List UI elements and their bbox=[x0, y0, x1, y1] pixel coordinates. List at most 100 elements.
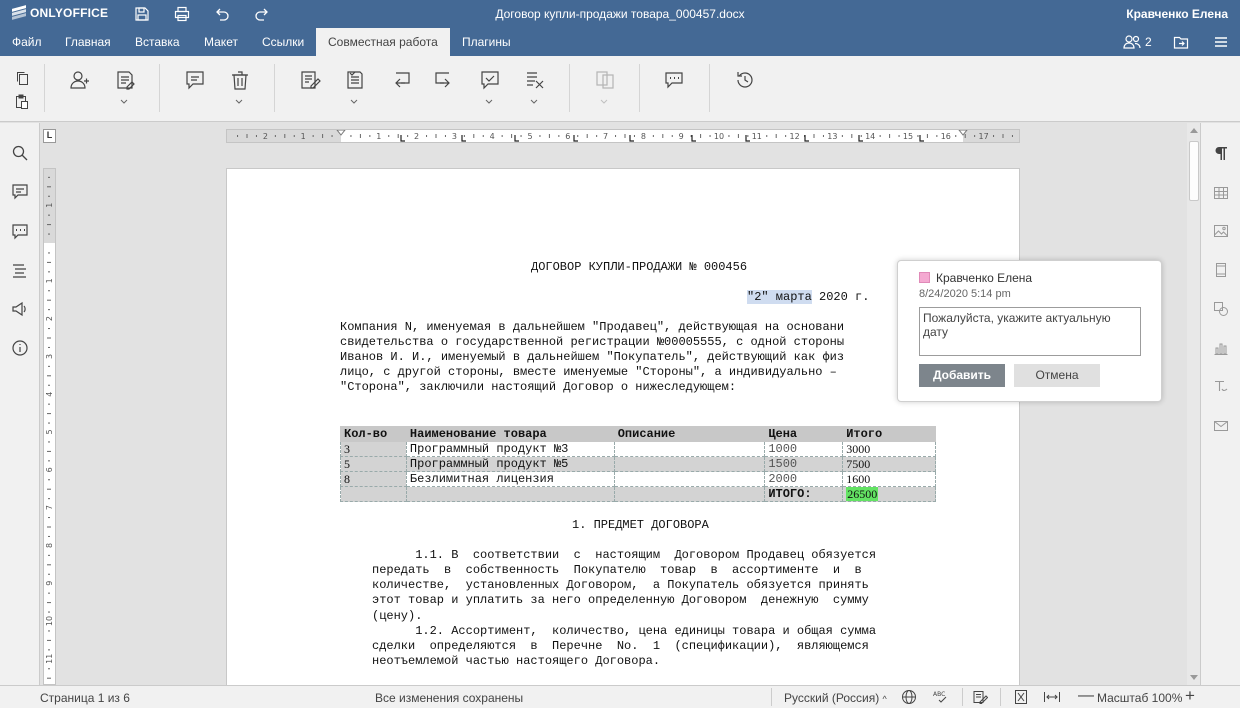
previous-change-icon[interactable] bbox=[386, 66, 414, 94]
header-footer-settings-icon[interactable] bbox=[1211, 260, 1231, 280]
ruler-tab-stop[interactable] bbox=[691, 135, 696, 142]
fit-width-icon[interactable] bbox=[1043, 689, 1061, 708]
horizontal-ruler[interactable]: 2 1 1 2 3 4 5 6 7 8 9 10 11 12 13 14 15 16 17 bbox=[226, 129, 1020, 143]
text-art-settings-icon[interactable] bbox=[1211, 377, 1231, 397]
tab-layout[interactable]: Макет bbox=[192, 28, 250, 56]
spellcheck-icon[interactable]: ABC bbox=[932, 689, 950, 708]
cancel-comment-button[interactable]: Отмена bbox=[1014, 364, 1100, 387]
reject-change-icon[interactable] bbox=[521, 66, 549, 94]
comment-text-input[interactable] bbox=[919, 307, 1141, 356]
scroll-down-icon[interactable] bbox=[1190, 675, 1198, 680]
ruler-tick bbox=[596, 135, 598, 137]
current-user-name[interactable]: Кравченко Елена bbox=[1126, 7, 1228, 21]
ruler-tab-stop[interactable] bbox=[629, 135, 634, 142]
page-indicator[interactable]: Страница 1 из 6 bbox=[40, 691, 130, 705]
feedback-icon[interactable] bbox=[10, 299, 30, 319]
ruler-tab-stop[interactable] bbox=[514, 135, 519, 142]
fit-page-icon[interactable] bbox=[1013, 689, 1029, 708]
menu-hamburger-icon[interactable] bbox=[1213, 34, 1229, 50]
chevron-down-icon[interactable] bbox=[485, 99, 493, 105]
ruler-tab-stop[interactable] bbox=[400, 135, 405, 142]
navigation-icon[interactable] bbox=[10, 260, 30, 280]
search-icon[interactable] bbox=[10, 143, 30, 163]
ruler-tab-stop[interactable] bbox=[919, 135, 924, 142]
tab-references[interactable]: Ссылки bbox=[250, 28, 316, 56]
zoom-out-button[interactable]: — bbox=[1078, 688, 1094, 704]
tab-collaboration[interactable]: Совместная работа bbox=[316, 28, 450, 56]
tab-file[interactable]: Файл bbox=[0, 28, 54, 56]
commented-selection[interactable]: "2" марта bbox=[747, 290, 812, 304]
track-changes-status-icon[interactable] bbox=[972, 689, 989, 708]
share-access-icon[interactable] bbox=[66, 66, 94, 94]
ruler-tick bbox=[48, 554, 50, 556]
document-language-icon[interactable] bbox=[901, 689, 917, 708]
compare-icon bbox=[591, 66, 619, 94]
menu-tabs: Файл Главная Вставка Макет Ссылки Совмес… bbox=[0, 28, 1240, 56]
ruler-tick bbox=[974, 135, 976, 137]
version-history-icon[interactable] bbox=[731, 66, 759, 94]
chart-settings-icon[interactable] bbox=[1211, 338, 1231, 358]
chevron-down-icon[interactable] bbox=[235, 99, 243, 105]
accept-change-icon[interactable] bbox=[476, 66, 504, 94]
chevron-down-icon[interactable] bbox=[120, 99, 128, 105]
ruler-tick bbox=[47, 488, 51, 490]
ruler-tick bbox=[860, 135, 862, 137]
tab-home[interactable]: Главная bbox=[53, 28, 123, 56]
shape-settings-icon[interactable] bbox=[1211, 299, 1231, 319]
tab-stop-selector[interactable]: L bbox=[43, 129, 56, 143]
users-button[interactable]: 2 bbox=[1123, 34, 1152, 50]
ruler-ticks: 2 1 1 2 3 4 5 6 7 8 9 10 11 12 13 14 15 16 17 bbox=[237, 130, 1013, 142]
ruler-left-indent-icon[interactable] bbox=[336, 130, 346, 136]
open-location-icon[interactable] bbox=[1173, 34, 1189, 50]
paste-icon[interactable] bbox=[8, 88, 36, 116]
scroll-thumb[interactable] bbox=[1189, 141, 1199, 201]
language-selector[interactable]: Русский (Россия) ^ bbox=[784, 691, 887, 705]
name-cell: Программный продукт №5 bbox=[405, 456, 615, 472]
ruler-tick bbox=[426, 135, 428, 137]
next-change-icon[interactable] bbox=[431, 66, 459, 94]
ruler-tick bbox=[1002, 134, 1004, 138]
ruler-number: 1 bbox=[376, 132, 381, 141]
ruler-tick bbox=[785, 135, 787, 137]
display-mode-icon[interactable] bbox=[341, 66, 369, 94]
delete-comment-icon[interactable] bbox=[226, 66, 254, 94]
ruler-number: 3 bbox=[452, 132, 457, 141]
about-icon[interactable] bbox=[10, 338, 30, 358]
co-editing-mode-icon[interactable] bbox=[111, 66, 139, 94]
total-cell: 3000 bbox=[842, 441, 936, 457]
image-settings-icon[interactable] bbox=[1211, 221, 1231, 241]
chevron-down-icon[interactable] bbox=[530, 99, 538, 105]
ruler-tick bbox=[48, 195, 50, 197]
tab-insert[interactable]: Вставка bbox=[123, 28, 192, 56]
ruler-tick bbox=[964, 134, 966, 138]
ruler-tick bbox=[397, 134, 399, 138]
paragraph-line: Компания N, именуемая в дальнейшем "Прод… bbox=[340, 320, 845, 334]
document-page[interactable]: ДОГОВОР КУПЛИ-ПРОДАЖИ № 000456 "2" марта… bbox=[226, 168, 1020, 685]
tab-plugins[interactable]: Плагины bbox=[450, 28, 523, 56]
chevron-down-icon[interactable] bbox=[350, 99, 358, 105]
chat-icon[interactable] bbox=[661, 66, 689, 94]
ruler-tab-stop[interactable] bbox=[804, 135, 809, 142]
ruler-tick bbox=[700, 134, 702, 138]
vertical-ruler[interactable]: 1 1 2 3 4 5 6 7 8 9 10 11 bbox=[43, 168, 56, 685]
zoom-in-button[interactable]: + bbox=[1185, 687, 1195, 704]
track-changes-icon[interactable] bbox=[296, 66, 324, 94]
table-row: 8 Безлимитная лицензия 2000 1600 bbox=[340, 471, 936, 487]
total-value: 26500 bbox=[846, 487, 879, 501]
table-settings-icon[interactable] bbox=[1211, 183, 1231, 203]
comments-icon[interactable] bbox=[10, 181, 30, 201]
add-comment-button[interactable]: Добавить bbox=[919, 364, 1005, 387]
ruler-tick bbox=[841, 135, 843, 137]
mail-merge-icon[interactable] bbox=[1211, 416, 1231, 436]
paragraph-settings-icon[interactable] bbox=[1211, 143, 1231, 163]
goods-table[interactable]: Кол-во Наименование товара Описание Цена… bbox=[340, 426, 936, 502]
ruler-tick bbox=[48, 573, 50, 575]
price-cell: 1000 bbox=[764, 441, 844, 457]
ruler-number: 8 bbox=[641, 132, 646, 141]
chat-panel-icon[interactable] bbox=[10, 221, 30, 241]
add-comment-icon[interactable] bbox=[181, 66, 209, 94]
total-cell: 7500 bbox=[842, 456, 936, 472]
ruler-right-indent-icon[interactable] bbox=[958, 130, 968, 136]
scroll-up-icon[interactable] bbox=[1190, 128, 1198, 133]
vertical-scrollbar[interactable] bbox=[1187, 123, 1201, 685]
